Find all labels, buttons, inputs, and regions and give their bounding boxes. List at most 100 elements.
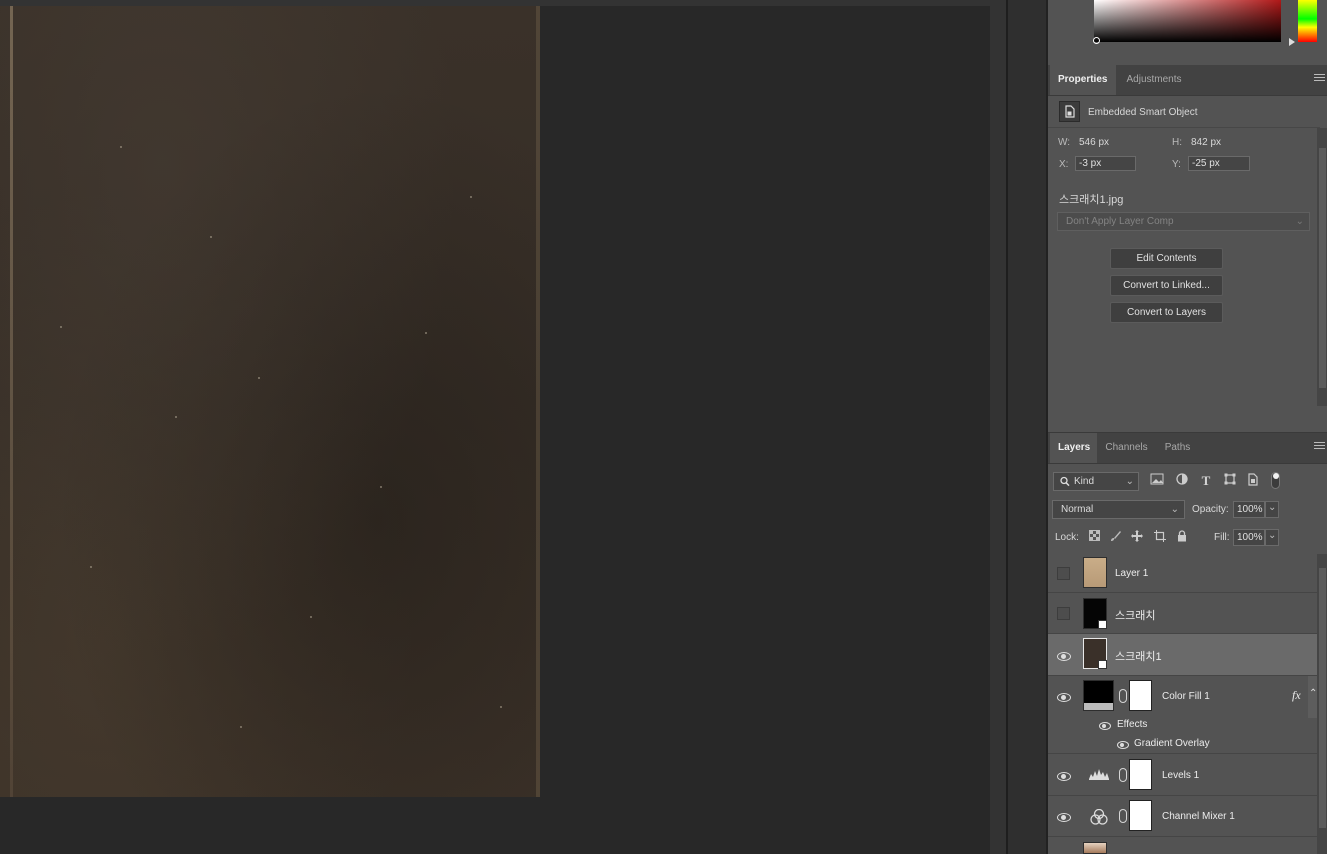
chevron-down-icon: ⌄ bbox=[1268, 530, 1277, 541]
layer-name[interactable]: Layer 1 bbox=[1115, 568, 1148, 579]
tab-adjustments[interactable]: Adjustments bbox=[1116, 65, 1192, 95]
panel-menu-icon[interactable] bbox=[1314, 442, 1325, 452]
tab-paths[interactable]: Paths bbox=[1156, 433, 1199, 463]
properties-tab-bar: Properties Adjustments bbox=[1048, 65, 1327, 96]
fill-layer-thumbnail[interactable] bbox=[1083, 680, 1114, 711]
width-label: W: bbox=[1058, 137, 1071, 148]
layer-name[interactable]: Channel Mixer 1 bbox=[1162, 811, 1235, 822]
layer-name[interactable]: 스크래치1 bbox=[1115, 648, 1162, 664]
link-chain-icon[interactable] bbox=[1119, 768, 1127, 782]
lock-label: Lock: bbox=[1055, 532, 1079, 543]
layer-row-levels-1[interactable]: Levels 1 bbox=[1048, 754, 1317, 796]
fx-icon[interactable]: fx bbox=[1292, 688, 1301, 703]
fill-dropdown[interactable]: ⌄ bbox=[1265, 529, 1279, 546]
layer-mask-thumbnail[interactable] bbox=[1129, 680, 1152, 711]
y-position-field[interactable]: -25 px bbox=[1188, 156, 1250, 171]
layer-comp-select-value: Don't Apply Layer Comp bbox=[1066, 216, 1174, 227]
color-picker-marker[interactable] bbox=[1093, 37, 1100, 44]
gradient-overlay-label[interactable]: Gradient Overlay bbox=[1134, 738, 1210, 749]
layers-scrollbar-thumb[interactable] bbox=[1319, 568, 1326, 828]
layer-name[interactable]: Levels 1 bbox=[1162, 770, 1199, 781]
gradient-overlay-eye-icon[interactable] bbox=[1117, 741, 1129, 749]
visibility-toggle-off[interactable] bbox=[1057, 607, 1070, 620]
lock-all-icon[interactable] bbox=[1175, 530, 1189, 544]
layer-kind-filter[interactable]: Kind ⌄ bbox=[1053, 472, 1139, 491]
search-icon bbox=[1060, 473, 1070, 496]
hue-slider-pointer[interactable] bbox=[1289, 38, 1295, 46]
layer-mask-thumbnail[interactable] bbox=[1129, 759, 1152, 790]
fill-indicator bbox=[1084, 703, 1113, 710]
tab-properties[interactable]: Properties bbox=[1050, 65, 1116, 95]
layer-thumbnail[interactable] bbox=[1083, 638, 1107, 669]
layer-row-partial[interactable] bbox=[1048, 837, 1317, 854]
collapse-effects-toggle[interactable]: ⌃ bbox=[1308, 676, 1317, 718]
properties-panel-footer bbox=[1048, 406, 1327, 433]
lock-position-icon[interactable] bbox=[1130, 530, 1144, 544]
x-position-field[interactable]: -3 px bbox=[1075, 156, 1136, 171]
layer-name[interactable]: 스크래치 bbox=[1115, 607, 1155, 623]
hue-slider[interactable] bbox=[1298, 0, 1317, 42]
document-image[interactable] bbox=[0, 6, 540, 797]
edit-contents-button[interactable]: Edit Contents bbox=[1110, 248, 1223, 269]
eye-icon[interactable] bbox=[1057, 772, 1071, 781]
tab-channels[interactable]: Channels bbox=[1097, 433, 1156, 463]
adjustment-layer-filter-icon[interactable] bbox=[1174, 473, 1190, 489]
layer-comp-select[interactable]: Don't Apply Layer Comp ⌄ bbox=[1057, 212, 1310, 231]
layer-thumbnail[interactable] bbox=[1083, 557, 1107, 588]
link-chain-icon[interactable] bbox=[1119, 809, 1127, 823]
smart-object-filter-icon[interactable] bbox=[1245, 473, 1261, 489]
fill-label: Fill: bbox=[1214, 532, 1230, 543]
smart-object-badge-icon bbox=[1098, 620, 1107, 629]
blend-mode-select[interactable]: Normal ⌄ bbox=[1052, 500, 1185, 519]
layer-thumbnail[interactable] bbox=[1083, 598, 1107, 629]
chevron-down-icon: ⌄ bbox=[1295, 216, 1304, 227]
pixel-layer-filter-icon[interactable] bbox=[1149, 473, 1165, 489]
levels-icon[interactable] bbox=[1089, 768, 1109, 783]
eye-icon[interactable] bbox=[1057, 693, 1071, 702]
chevron-down-icon: ⌄ bbox=[1125, 476, 1134, 487]
properties-divider bbox=[1048, 127, 1320, 128]
fill-field[interactable]: 100% bbox=[1233, 529, 1265, 546]
effects-eye-icon[interactable] bbox=[1099, 722, 1111, 730]
lock-transparent-pixels-icon[interactable] bbox=[1087, 530, 1101, 544]
effects-label[interactable]: Effects bbox=[1117, 719, 1147, 730]
link-chain-icon[interactable] bbox=[1119, 689, 1127, 703]
visibility-toggle-off[interactable] bbox=[1057, 567, 1070, 580]
filter-toggle-switch[interactable] bbox=[1271, 472, 1280, 489]
opacity-field[interactable]: 100% bbox=[1233, 501, 1265, 518]
layer-row-channel-mixer-1[interactable]: Channel Mixer 1 bbox=[1048, 796, 1317, 837]
eye-icon[interactable] bbox=[1057, 813, 1071, 822]
layer-row-scratch[interactable]: 스크래치 bbox=[1048, 593, 1317, 634]
properties-scrollbar-thumb[interactable] bbox=[1319, 148, 1326, 388]
smart-object-icon bbox=[1059, 101, 1080, 122]
opacity-dropdown[interactable]: ⌄ bbox=[1265, 501, 1279, 518]
layer-row-scratch-1[interactable]: 스크래치1 bbox=[1048, 634, 1317, 676]
panel-menu-icon[interactable] bbox=[1314, 74, 1325, 84]
toggle-knob bbox=[1273, 473, 1279, 479]
height-label: H: bbox=[1172, 137, 1182, 148]
eye-icon[interactable] bbox=[1057, 652, 1071, 661]
layer-row-layer-1[interactable]: Layer 1 bbox=[1048, 553, 1317, 593]
shape-layer-filter-icon[interactable] bbox=[1222, 473, 1238, 489]
layer-mask-thumbnail[interactable] bbox=[1129, 800, 1152, 831]
lock-image-pixels-icon[interactable] bbox=[1109, 530, 1123, 544]
width-value[interactable]: 546 px bbox=[1079, 137, 1109, 148]
smart-object-badge-icon bbox=[1098, 660, 1107, 669]
layer-name[interactable]: Color Fill 1 bbox=[1162, 691, 1210, 702]
layer-kind-filter-value: Kind bbox=[1074, 476, 1095, 487]
layers-tab-bar: Layers Channels Paths bbox=[1048, 433, 1327, 464]
convert-to-linked-button[interactable]: Convert to Linked... bbox=[1110, 275, 1223, 296]
layer-thumbnail[interactable] bbox=[1083, 842, 1107, 854]
type-layer-filter-icon[interactable]: T bbox=[1198, 473, 1214, 489]
tab-layers[interactable]: Layers bbox=[1050, 433, 1097, 463]
convert-to-layers-button[interactable]: Convert to Layers bbox=[1110, 302, 1223, 323]
channel-mixer-icon[interactable] bbox=[1090, 808, 1108, 828]
blend-mode-value: Normal bbox=[1061, 504, 1094, 515]
smart-object-filename: 스크래치1.jpg bbox=[1059, 194, 1124, 206]
lock-artboard-icon[interactable] bbox=[1153, 530, 1167, 544]
color-saturation-field[interactable] bbox=[1094, 0, 1281, 42]
layer-row-color-fill-1[interactable]: Color Fill 1 fx Effects Gradient Overlay bbox=[1048, 676, 1317, 754]
smart-object-type: Embedded Smart Object bbox=[1088, 107, 1198, 118]
opacity-label: Opacity: bbox=[1192, 504, 1229, 515]
height-value[interactable]: 842 px bbox=[1191, 137, 1221, 148]
